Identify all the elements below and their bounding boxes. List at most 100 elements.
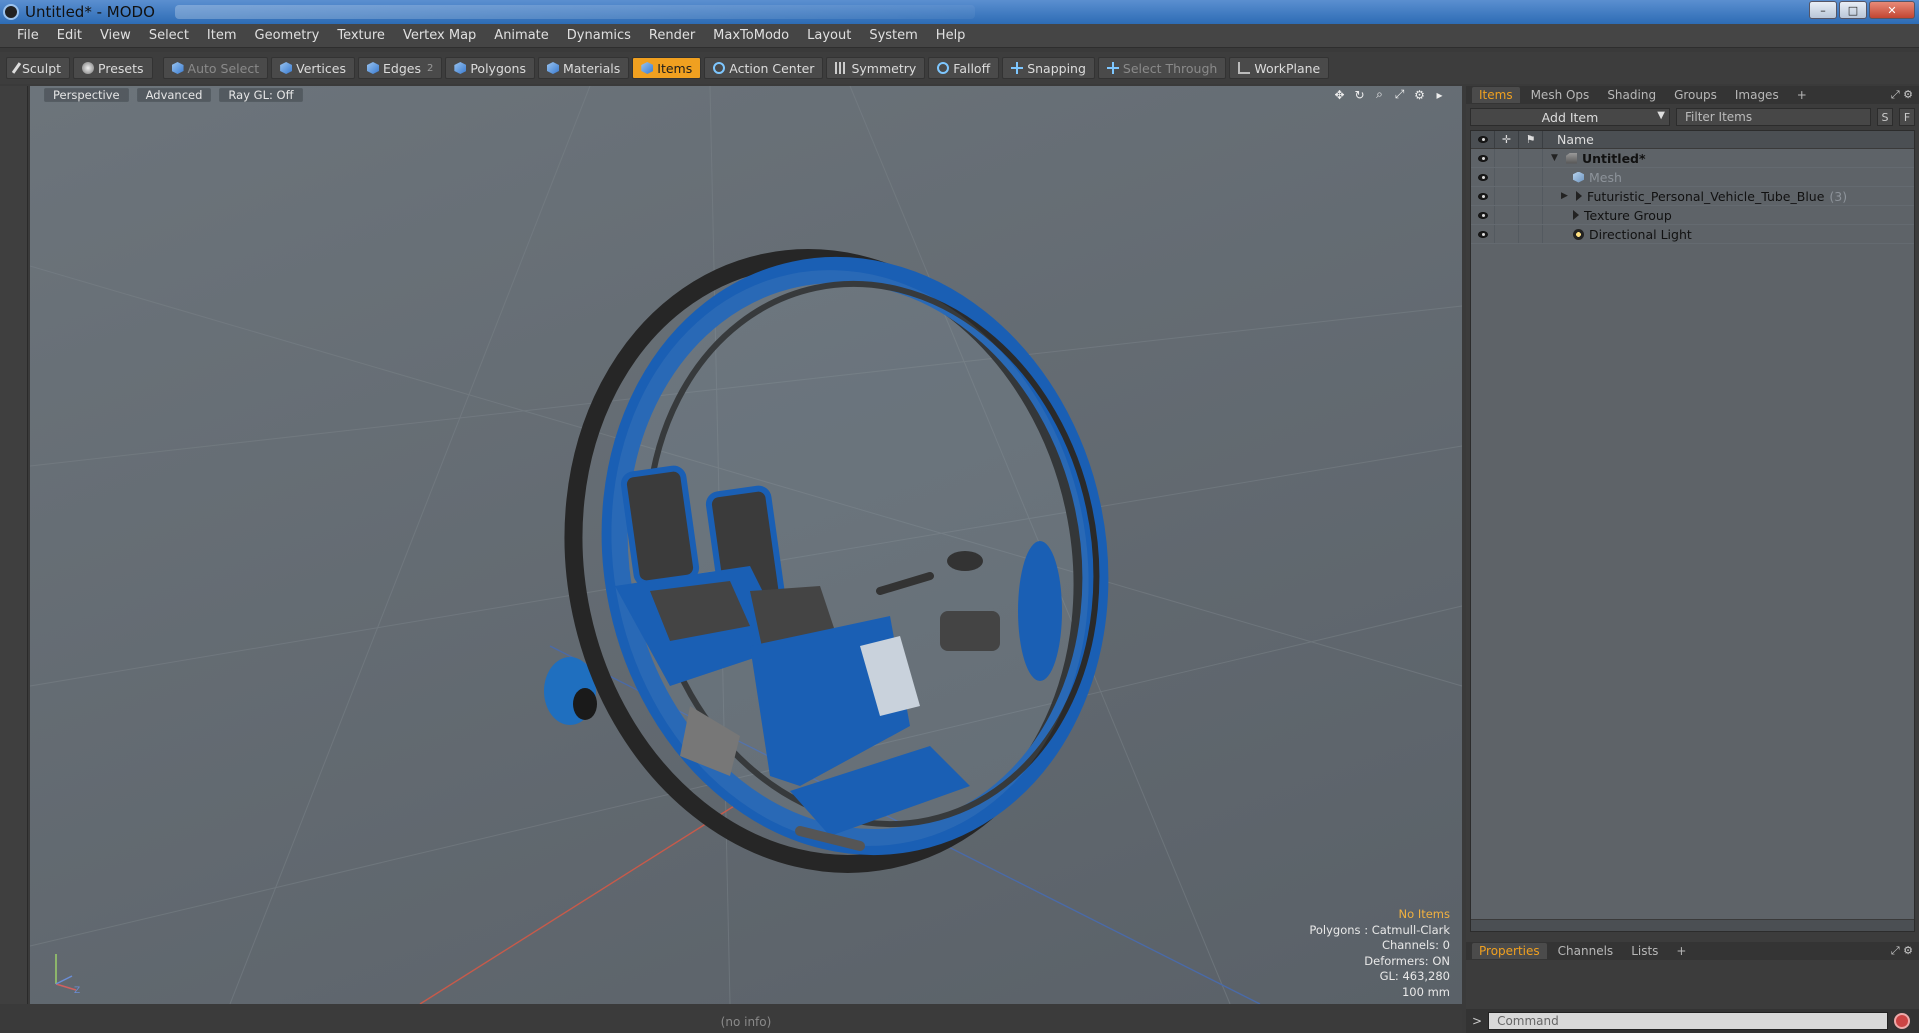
item-row-directional-light[interactable]: Directional Light	[1471, 225, 1914, 244]
gear-icon[interactable]: ⚙	[1413, 88, 1426, 102]
vehicle-rear-seat-back	[620, 465, 700, 587]
window-controls: – □ ✕	[1809, 1, 1915, 19]
vertices-icon	[280, 62, 293, 74]
deformers-info: Deformers: ON	[1364, 953, 1450, 968]
brush-icon	[11, 62, 22, 74]
menu-animate[interactable]: Animate	[485, 28, 557, 43]
auto-select-button[interactable]: Auto Select	[162, 57, 269, 79]
tab-images[interactable]: Images	[1728, 87, 1786, 103]
zoom-view-icon[interactable]: ⌕	[1373, 87, 1386, 101]
item-list-header: ✛ ⚑ Name	[1471, 131, 1914, 149]
sculpt-button[interactable]: Sculpt	[6, 57, 71, 79]
tab-lists[interactable]: Lists	[1624, 943, 1665, 959]
viewport-tab-perspective[interactable]: Perspective	[44, 88, 129, 102]
snapping-icon	[1011, 62, 1024, 74]
panel-options-icon[interactable]: ⤢ ⚙	[1891, 88, 1913, 102]
close-button[interactable]: ✕	[1869, 1, 1915, 19]
maximize-button[interactable]: □	[1839, 1, 1867, 19]
filter-f-button[interactable]: F	[1899, 108, 1915, 126]
item-list-scrollbar[interactable]	[1471, 919, 1914, 931]
snapping-button[interactable]: Snapping	[1002, 57, 1095, 79]
item-row-mesh[interactable]: Mesh	[1471, 168, 1914, 187]
menu-geometry[interactable]: Geometry	[246, 28, 329, 43]
add-tab-button[interactable]: +	[1790, 87, 1814, 103]
select-through-button[interactable]: Select Through	[1097, 57, 1227, 79]
eye-icon[interactable]	[1477, 230, 1488, 238]
tab-groups[interactable]: Groups	[1667, 87, 1724, 103]
workplane-button[interactable]: WorkPlane	[1229, 57, 1330, 79]
eye-icon[interactable]	[1477, 173, 1488, 181]
viewport-scene[interactable]	[30, 86, 1462, 1004]
viewport-tab-raygl[interactable]: Ray GL: Off	[219, 88, 303, 102]
polygons-icon	[454, 62, 467, 74]
tab-properties[interactable]: Properties	[1472, 943, 1547, 959]
render-column-icon[interactable]: ⚑	[1519, 131, 1543, 148]
action-center-button[interactable]: Action Center	[704, 57, 824, 79]
command-prompt: >	[1472, 1014, 1483, 1028]
expand-triangle-icon[interactable]: ▶	[1561, 191, 1571, 201]
menu-item[interactable]: Item	[198, 28, 246, 43]
presets-icon	[82, 62, 95, 74]
play-arrow-icon[interactable]: ▸	[1433, 88, 1446, 102]
items-panel-tabs: Items Mesh Ops Shading Groups Images + ⤢…	[1466, 86, 1919, 104]
visibility-column-icon[interactable]	[1471, 131, 1495, 148]
menu-help[interactable]: Help	[927, 28, 975, 43]
menu-view[interactable]: View	[91, 28, 140, 43]
properties-panel-tabs: Properties Channels Lists + ⤢ ⚙	[1466, 942, 1919, 960]
filter-items-input[interactable]: Filter Items	[1676, 108, 1871, 126]
menu-maxtomodo[interactable]: MaxToModo	[704, 28, 798, 43]
symmetry-icon	[835, 62, 848, 74]
menu-bar: File Edit View Select Item Geometry Text…	[0, 24, 1919, 48]
tab-mesh-ops[interactable]: Mesh Ops	[1524, 87, 1597, 103]
item-row-scene[interactable]: ▼ Untitled*	[1471, 149, 1914, 168]
viewport-tab-advanced[interactable]: Advanced	[136, 88, 212, 102]
menu-select[interactable]: Select	[140, 28, 198, 43]
item-row-vehicle-group[interactable]: ▶ Futuristic_Personal_Vehicle_Tube_Blue …	[1471, 187, 1914, 206]
left-tool-strip[interactable]	[0, 86, 28, 1004]
command-input[interactable]: Command	[1488, 1012, 1889, 1030]
lock-column-icon[interactable]: ✛	[1495, 131, 1519, 148]
menu-render[interactable]: Render	[640, 28, 704, 43]
menu-system[interactable]: System	[860, 28, 926, 43]
eye-icon[interactable]	[1477, 154, 1488, 162]
menu-texture[interactable]: Texture	[328, 28, 394, 43]
presets-button[interactable]: Presets	[73, 57, 153, 79]
eye-icon[interactable]	[1477, 192, 1488, 200]
edges-icon	[366, 62, 379, 74]
expand-triangle-icon[interactable]: ▼	[1551, 153, 1561, 163]
menu-edit[interactable]: Edit	[48, 28, 91, 43]
eye-icon[interactable]	[1477, 211, 1488, 219]
tab-items[interactable]: Items	[1472, 87, 1520, 103]
filter-s-button[interactable]: S	[1877, 108, 1893, 126]
falloff-icon	[937, 62, 950, 74]
menu-layout[interactable]: Layout	[798, 28, 860, 43]
materials-button[interactable]: Materials	[537, 57, 630, 79]
vertices-button[interactable]: Vertices	[271, 57, 355, 79]
items-button[interactable]: Items	[632, 57, 702, 79]
main-toolbar: Sculpt Presets Auto Select Vertices Edge…	[0, 52, 1919, 84]
add-item-button[interactable]: Add Item ▼	[1470, 108, 1670, 126]
falloff-button[interactable]: Falloff	[928, 57, 1000, 79]
item-row-texture-group[interactable]: Texture Group	[1471, 206, 1914, 225]
panel-options-icon[interactable]: ⤢ ⚙	[1891, 944, 1913, 958]
minimize-button[interactable]: –	[1809, 1, 1837, 19]
tab-shading[interactable]: Shading	[1600, 87, 1663, 103]
gl-info: GL: 463,280	[1379, 969, 1450, 983]
3d-viewport[interactable]: Perspective Advanced Ray GL: Off ✥ ↻ ⌕ ⤢…	[30, 86, 1462, 1004]
move-view-icon[interactable]: ✥	[1333, 88, 1346, 102]
tab-channels[interactable]: Channels	[1551, 943, 1621, 959]
rotate-view-icon[interactable]: ↻	[1353, 88, 1366, 102]
item-list: ✛ ⚑ Name ▼ Untitled* Mesh ▶ Futuristic_P…	[1470, 130, 1915, 932]
add-tab-button[interactable]: +	[1669, 943, 1693, 959]
polygons-button[interactable]: Polygons	[445, 57, 535, 79]
menu-vertex-map[interactable]: Vertex Map	[394, 28, 485, 43]
menu-file[interactable]: File	[8, 28, 48, 43]
name-column-header[interactable]: Name	[1543, 132, 1594, 147]
menu-dynamics[interactable]: Dynamics	[558, 28, 640, 43]
properties-panel: Properties Channels Lists + ⤢ ⚙	[1466, 942, 1919, 960]
edges-button[interactable]: Edges 2	[357, 57, 443, 79]
stop-record-icon[interactable]	[1894, 1013, 1911, 1029]
symmetry-button[interactable]: Symmetry	[826, 57, 926, 79]
maximize-view-icon[interactable]: ⤢	[1393, 87, 1406, 101]
vehicle-rear-tire	[573, 688, 597, 720]
